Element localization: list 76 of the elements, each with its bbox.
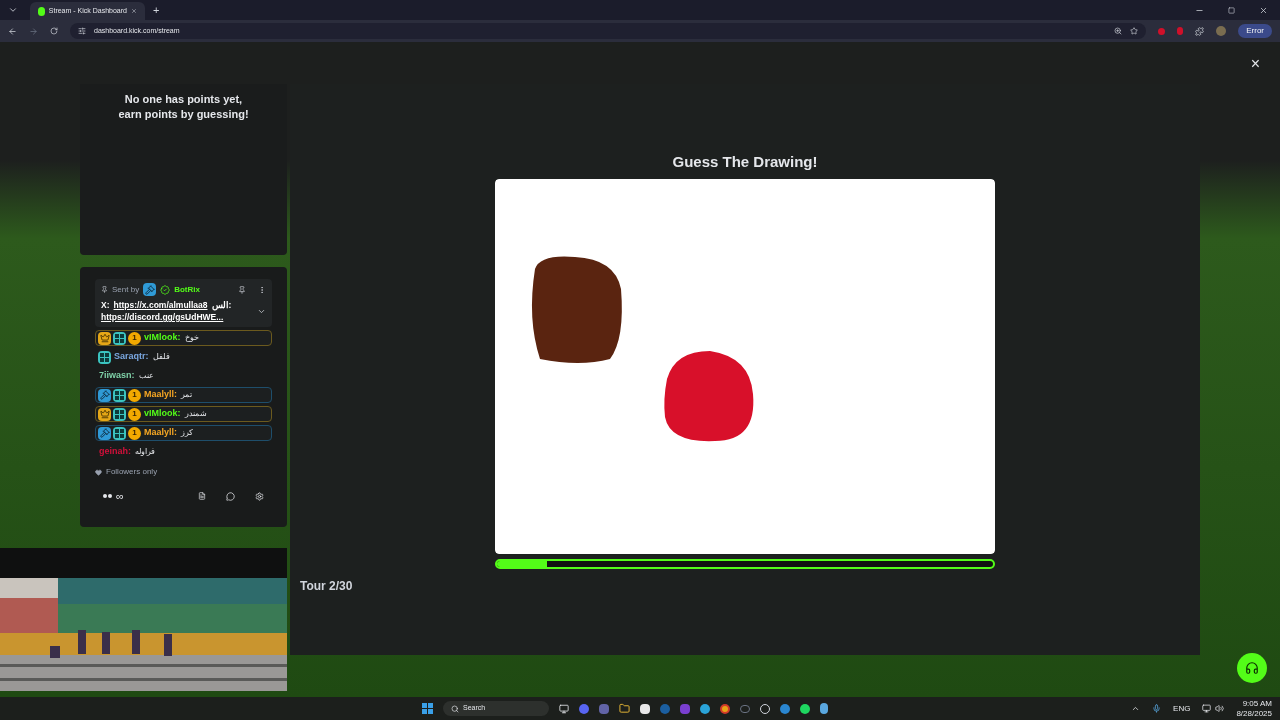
chat-username[interactable]: Maalyll: [144, 388, 177, 402]
close-icon[interactable] [131, 7, 137, 15]
grid-badge-icon [98, 350, 111, 364]
sent-by-label: Sent by [112, 283, 140, 296]
count-badge: 1 [128, 426, 141, 440]
avatar-icon[interactable] [1216, 26, 1227, 36]
site-info-icon[interactable] [78, 27, 86, 35]
chat-username[interactable]: vIMlook: [144, 331, 181, 345]
language-indicator[interactable]: ENG [1173, 702, 1191, 715]
bookmark-icon[interactable] [1130, 27, 1139, 35]
grid-badge-icon [113, 407, 126, 421]
back-icon[interactable] [8, 26, 17, 36]
count-badge: 1 [128, 407, 141, 421]
chat-username[interactable]: 7iiwasn: [99, 369, 135, 383]
gavel-badge-icon [98, 388, 111, 402]
network-icon[interactable] [1202, 704, 1212, 713]
chat-username[interactable]: Maalyll: [144, 426, 177, 440]
grid-badge-icon [113, 388, 126, 402]
heart-icon [95, 468, 102, 476]
count-badge: 1 [128, 388, 141, 402]
pin-button-icon[interactable] [238, 285, 246, 294]
verified-icon [160, 284, 171, 295]
grid-badge-icon [113, 426, 126, 440]
search-icon [451, 704, 459, 713]
chat-username[interactable]: vIMlook: [144, 407, 181, 421]
close-window-icon[interactable] [1259, 5, 1268, 15]
gavel-badge-icon [98, 426, 111, 440]
extension-icon[interactable] [1158, 27, 1166, 35]
bot-name: BotRix [174, 283, 200, 296]
maximize-icon[interactable] [1228, 6, 1235, 14]
microphone-icon[interactable] [1152, 704, 1162, 713]
document-icon[interactable] [198, 492, 206, 501]
pinned-prefix: X: [101, 299, 110, 311]
extensions-icon[interactable] [1195, 26, 1205, 36]
reload-icon[interactable] [50, 27, 58, 35]
game-title: Guess The Drawing! [672, 152, 818, 172]
clock-time: 9:05 AM [1242, 698, 1272, 709]
profile-button[interactable]: Error [1238, 24, 1272, 38]
empty-leaderboard-text: No one has points yet, earn points by guessing! [117, 92, 250, 122]
chat-text: كرز [181, 427, 193, 439]
crown-badge-icon [98, 331, 111, 345]
volume-icon[interactable] [1215, 704, 1225, 713]
chat-mode-label: Followers only [106, 466, 158, 478]
round-counter: Tour 2/30 [300, 577, 353, 595]
extension-icon[interactable] [1177, 27, 1184, 35]
pin-icon [101, 286, 108, 293]
chat-text: فراوله [135, 446, 155, 458]
chat-icon[interactable] [226, 491, 235, 501]
task-view-icon[interactable] [559, 703, 569, 714]
settings-icon[interactable] [255, 491, 264, 501]
gavel-badge-icon [143, 283, 157, 296]
grid-badge-icon [113, 331, 126, 345]
pinned-suffix: الس: [211, 299, 232, 311]
tray-overflow-icon[interactable] [1131, 704, 1141, 713]
clock-date: 8/28/2025 [1236, 708, 1272, 719]
tab-list-icon[interactable] [8, 5, 18, 15]
zoom-icon[interactable] [1114, 27, 1123, 35]
pinned-link[interactable]: https://discord.gg/gsUdHWE... [101, 311, 232, 323]
chat-text: فلفل [152, 351, 170, 363]
dots-icon[interactable] [103, 494, 112, 499]
new-tab-button[interactable]: + [153, 1, 160, 19]
start-icon[interactable] [422, 703, 433, 714]
support-icon[interactable] [1237, 653, 1267, 683]
folder-icon[interactable] [619, 703, 630, 714]
chat-text: خوخ [184, 332, 199, 344]
chat-username[interactable]: Saraqtr: [114, 350, 149, 364]
chat-text: تمر [181, 389, 192, 401]
clock[interactable]: 9:05 AM 8/28/2025 [1236, 698, 1272, 719]
close-button[interactable]: × [1250, 56, 1260, 72]
more-icon[interactable] [258, 285, 266, 294]
pinned-link[interactable]: https://x.com/almullaa8 [113, 299, 208, 311]
chat-text: شمندر [184, 408, 207, 420]
chat-text: عنب [138, 370, 154, 382]
crown-badge-icon [98, 407, 111, 421]
infinity-label: ∞ [116, 489, 124, 504]
count-badge: 1 [128, 331, 141, 345]
